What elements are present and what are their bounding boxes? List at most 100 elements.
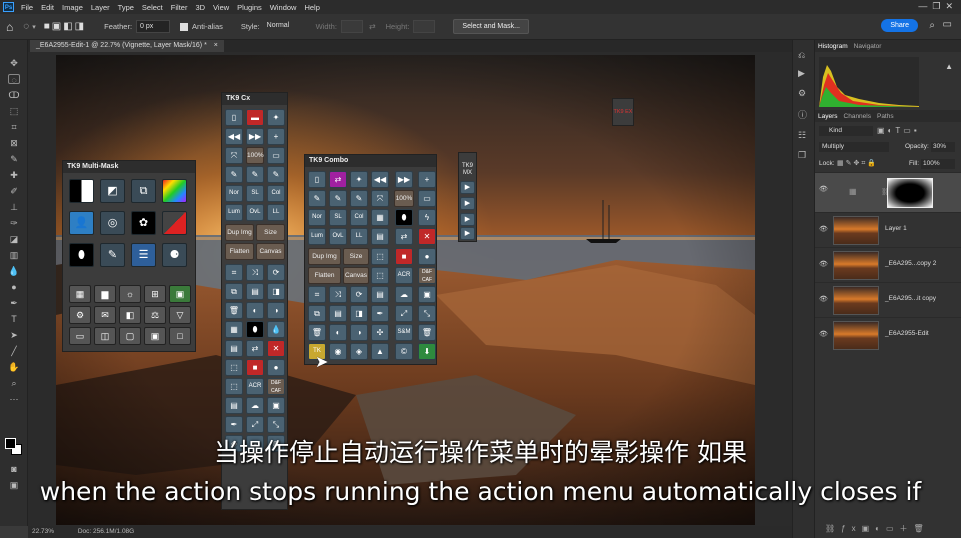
menu-3d[interactable]: 3D — [195, 3, 205, 12]
hand-tool-icon[interactable]: ✋ — [8, 362, 20, 372]
menu-plugins[interactable]: Plugins — [237, 3, 262, 12]
blend-lum-button[interactable]: Lum — [308, 228, 326, 245]
mx-play-2-icon[interactable]: ▶ — [460, 197, 475, 210]
tab-histogram[interactable]: Histogram — [818, 43, 848, 50]
water-drop-icon[interactable]: ● — [267, 359, 285, 376]
visibility-eye-icon[interactable]: 👁 — [819, 260, 828, 268]
crop-icon[interactable]: ⌗ — [308, 286, 326, 303]
history-brush-tool-icon[interactable]: ✑ — [8, 218, 20, 228]
menu-layer[interactable]: Layer — [91, 3, 110, 12]
menu-type[interactable]: Type — [118, 3, 134, 12]
mx-play-4-icon[interactable]: ▶ — [460, 227, 475, 240]
red-x-icon[interactable]: ✕ — [418, 228, 436, 245]
tab-paths[interactable]: Paths — [877, 113, 894, 120]
width-input[interactable] — [340, 20, 363, 33]
layer-name[interactable]: _E6A295...it copy — [885, 295, 936, 302]
blend-ovl-button[interactable]: OvL — [246, 204, 264, 221]
plus-icon[interactable]: + — [418, 171, 436, 188]
select-and-mask-button[interactable]: Select and Mask... — [453, 19, 529, 34]
menu-window[interactable]: Window — [270, 3, 297, 12]
mask-bw-icon[interactable] — [69, 179, 94, 203]
copy-icon[interactable]: ⧉ — [308, 305, 326, 322]
visibility-eye-icon[interactable]: 👁 — [819, 185, 828, 193]
plus-icon[interactable]: + — [267, 128, 285, 145]
brush-green-icon[interactable]: ✎ — [267, 166, 285, 183]
trash-icon[interactable]: 🗑 — [225, 302, 243, 319]
camera-icon[interactable]: ▣ — [267, 397, 285, 414]
cloud-icon[interactable]: ☁ — [246, 397, 264, 414]
zoom-tool-icon[interactable]: ⌕ — [8, 378, 20, 388]
mx-play-3-icon[interactable]: ▶ — [460, 213, 475, 226]
warp-icon[interactable]: ⟳ — [350, 286, 368, 303]
foreground-color-swatch-top[interactable] — [5, 438, 16, 449]
tab-navigator[interactable]: Navigator — [854, 43, 882, 50]
size-button[interactable]: Size — [256, 224, 285, 241]
sun-icon[interactable]: ☼ — [119, 285, 141, 303]
red-action-icon[interactable]: ▬ — [246, 109, 264, 126]
doc-plus-icon[interactable]: ▤ — [225, 397, 243, 414]
grid-small-icon[interactable]: ▦ — [371, 209, 389, 226]
forward-icon[interactable]: ▶▶ — [395, 171, 413, 188]
trash-icon[interactable]: 🗑 — [308, 324, 326, 341]
grid-small-icon[interactable]: ▦ — [225, 321, 243, 338]
menu-file[interactable]: File — [21, 3, 33, 12]
pen-icon[interactable]: ✒ — [225, 416, 243, 433]
blend-ovl-button[interactable]: OvL — [329, 228, 347, 245]
expand-icon[interactable]: ⤢ — [246, 416, 264, 433]
layer-name[interactable]: _E6A295...copy 2 — [885, 260, 936, 267]
visibility-eye-icon[interactable]: 👁 — [819, 295, 828, 303]
red-mask-icon[interactable] — [162, 211, 187, 235]
expand-icon[interactable]: ⤢ — [395, 305, 413, 322]
menu-view[interactable]: View — [213, 3, 229, 12]
triangle-down-icon[interactable]: ▽ — [169, 306, 191, 324]
stack-icon[interactable]: ▤ — [329, 305, 347, 322]
layer-row[interactable]: 👁 Layer 1 — [815, 212, 961, 247]
lock-icons[interactable]: ▦✎✥⌗🔒 — [837, 159, 878, 168]
style-select[interactable]: Normal — [263, 20, 312, 33]
type-tool-icon[interactable]: T — [8, 314, 20, 324]
camera-icon[interactable]: ▣ — [418, 286, 436, 303]
histogram-icon[interactable]: ▆ — [94, 285, 116, 303]
flatten-button[interactable]: Flatten — [225, 243, 254, 260]
mask-icon[interactable]: ◨ — [267, 283, 285, 300]
gear-icon[interactable]: ⚙ — [69, 306, 91, 324]
layer-row[interactable]: 👁 _E6A295...copy 2 — [815, 247, 961, 282]
mask-intersect-icon[interactable]: ⧉ — [131, 179, 156, 203]
feather-input[interactable]: 0 px — [136, 20, 171, 33]
path-select-tool-icon[interactable]: ➤ — [8, 330, 20, 340]
adjustments-icon[interactable]: ⚙ — [798, 88, 806, 99]
actions-play-icon[interactable]: ▶ — [798, 68, 805, 79]
layer-row[interactable]: 👁 _E6A295...it copy — [815, 282, 961, 317]
layer-row[interactable]: 👁 _E6A2955-Edit — [815, 317, 961, 352]
rgb-icon[interactable]: ✦ — [267, 109, 285, 126]
document-tab[interactable]: _E6A2955-Edit-1 @ 22.7% (Vignette, Layer… — [30, 40, 224, 52]
oval-icon[interactable]: ⬮ — [395, 209, 413, 226]
marquee-ellipse-icon[interactable]: ◌ — [23, 21, 29, 32]
antialias-checkbox[interactable] — [180, 22, 189, 31]
zoom-100-button[interactable]: 100% — [394, 190, 414, 207]
menu-filter[interactable]: Filter — [171, 3, 188, 12]
zoom-100-button[interactable]: 100% — [246, 147, 264, 164]
blur-tool-icon[interactable]: 💧 — [8, 266, 20, 276]
dup-img-button[interactable]: Dup Img — [225, 224, 254, 241]
blend-col-button[interactable]: Col — [267, 185, 285, 202]
chevron-down-icon[interactable]: ▾ — [32, 23, 36, 31]
swap-arrows-icon[interactable]: ⇄ — [246, 340, 264, 357]
df-caf-button[interactable]: D&F CAF — [418, 267, 436, 284]
download-icon[interactable]: ⬇ — [418, 343, 436, 360]
zoom-readout[interactable]: 22.73% — [32, 528, 54, 535]
shade-icon[interactable]: ◑ — [350, 324, 368, 341]
stamp-tool-icon[interactable]: ⊥ — [8, 202, 20, 212]
eraser-tool-icon[interactable]: ◪ — [8, 234, 20, 244]
rgb-icon[interactable]: ✦ — [350, 171, 368, 188]
blend-nor-button[interactable]: Nor — [308, 209, 326, 226]
blend-ll-button[interactable]: LL — [267, 204, 285, 221]
halftone-icon[interactable]: ◐ — [246, 302, 264, 319]
oval-mask-icon[interactable]: ⬮ — [69, 243, 94, 267]
warp-icon[interactable]: ⟳ — [267, 264, 285, 281]
dodge-tool-icon[interactable]: ● — [8, 282, 20, 292]
tab-channels[interactable]: Channels — [844, 113, 871, 120]
stack-icon[interactable]: ▤ — [246, 283, 264, 300]
warning-icon[interactable]: ▲ — [945, 62, 953, 71]
brush-white-icon[interactable]: ✎ — [329, 190, 347, 207]
